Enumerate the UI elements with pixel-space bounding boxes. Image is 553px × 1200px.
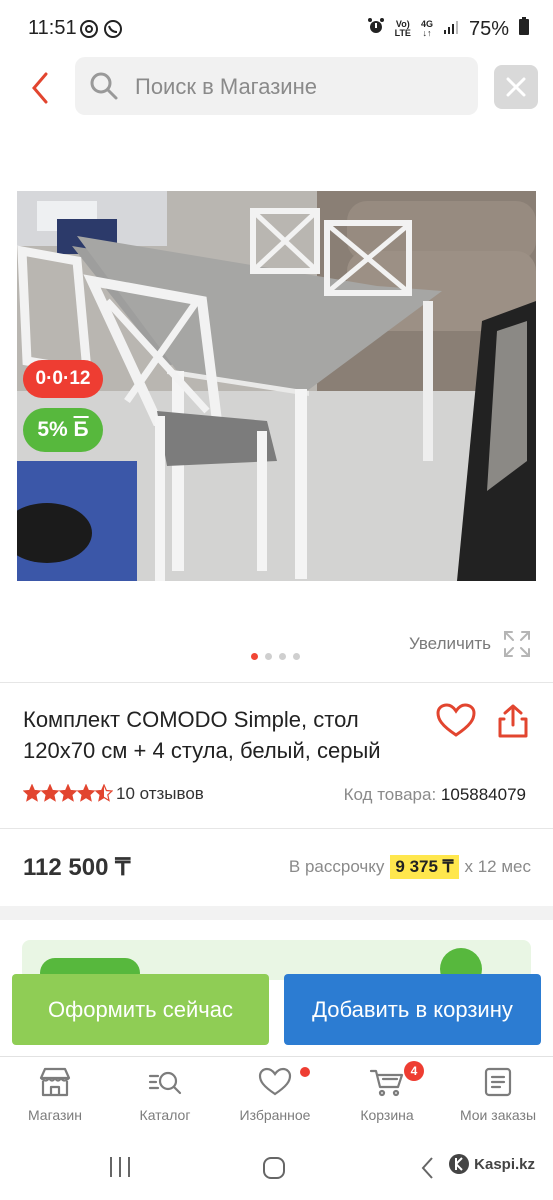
product-code-value: 105884079 [440,785,526,804]
pagination-dot-3[interactable] [279,653,286,660]
installment-value: 9 375 ₸ [390,855,459,879]
tab-label: Каталог [139,1107,191,1123]
close-button[interactable] [494,65,538,109]
volte-bottom: LTE [394,28,411,38]
kaspi-logo-icon [449,1154,470,1174]
recent-apps-icon [110,1157,130,1177]
catalog-search-icon [148,1071,182,1095]
tab-label: Избранное [239,1107,311,1123]
back-icon [421,1157,433,1179]
tab-label: Мои заказы [459,1107,537,1123]
buy-now-button[interactable]: Оформить сейчас [12,974,269,1045]
tab-my-orders[interactable]: Мои заказы [443,1067,553,1123]
bonus-badge-letter: Б [73,418,89,441]
add-to-cart-button[interactable]: Добавить в корзину [284,974,541,1045]
product-code: Код товара: 105884079 [344,785,526,805]
volte-indicator: Vo) LTE [395,20,411,38]
search-icon [89,71,119,106]
at-icon [80,18,124,45]
signal-icon [443,18,459,41]
shop-icon [39,1067,71,1097]
alarm-icon [367,17,385,41]
status-time: 11:51 [28,17,77,39]
reviews-link[interactable]: 10 отзывов [116,784,204,804]
pagination-dot-1[interactable] [251,653,258,660]
divider [0,828,553,829]
bonus-badge-value: 5% [37,418,68,441]
home-button[interactable] [262,1156,286,1185]
tab-label: Корзина [360,1107,414,1123]
share-button[interactable] [496,703,530,744]
kaspi-watermark: Kaspi.kz [448,1153,535,1175]
close-icon [506,77,526,97]
product-title: Комплект COMODO Simple, стол 120x70 см +… [23,707,381,763]
home-icon [263,1157,285,1179]
network-4g: 4G ↓↑ [420,19,433,38]
installment-label: В рассрочку [288,857,385,876]
section-gap [0,906,553,920]
battery-level: 75% [468,17,509,40]
pagination-dot-2[interactable] [265,653,272,660]
battery-icon [519,17,529,41]
tab-catalog[interactable]: Каталог [110,1067,220,1123]
favorite-button[interactable] [436,703,476,744]
installment-term: x 12 мес [464,857,532,876]
tab-cart[interactable]: 4 Корзина [332,1061,442,1123]
tab-label: Магазин [27,1107,82,1123]
cart-icon [369,1069,404,1097]
orders-icon [484,1067,512,1097]
search-field[interactable]: Поиск в Магазине [75,57,478,115]
tab-shop[interactable]: Магазин [0,1067,110,1123]
heart-icon [258,1067,292,1096]
notification-dot [300,1067,310,1077]
divider [0,682,553,683]
tab-favorites[interactable]: Избранное [220,1067,330,1123]
installment-badge: 0·0·12 [23,360,103,398]
installment-info[interactable]: В рассрочку 9 375 ₸ x 12 мес [289,855,531,879]
star-rating-icon [23,784,113,802]
back-button[interactable] [26,70,56,106]
share-icon [498,704,528,738]
cart-count-badge: 4 [404,1061,424,1081]
status-icons: Vo) LTE 4G ↓↑ 75% [367,17,529,41]
image-pagination [251,653,300,660]
status-bar: 11:51 Vo) LTE 4G ↓↑ 75% [0,0,553,58]
rating-stars [23,784,113,802]
product-price: 112 500 ₸ [23,854,131,881]
expand-icon[interactable] [503,630,531,663]
zoom-label[interactable]: Увеличить [409,634,491,654]
recent-apps-button[interactable] [108,1156,132,1183]
bonus-badge: 5% Б [23,408,103,452]
heart-icon [436,703,476,737]
pagination-dot-4[interactable] [293,653,300,660]
chevron-left-icon [32,72,48,104]
search-placeholder: Поиск в Магазине [135,74,317,99]
back-nav-button[interactable] [420,1156,436,1185]
product-code-label: Код товара: [343,785,437,804]
watermark-text: Kaspi.kz [474,1155,535,1173]
bottom-tab-bar: Магазин Каталог Избранное 4 Корзина Мои … [0,1056,553,1137]
network-4g-label: 4G [420,19,433,29]
